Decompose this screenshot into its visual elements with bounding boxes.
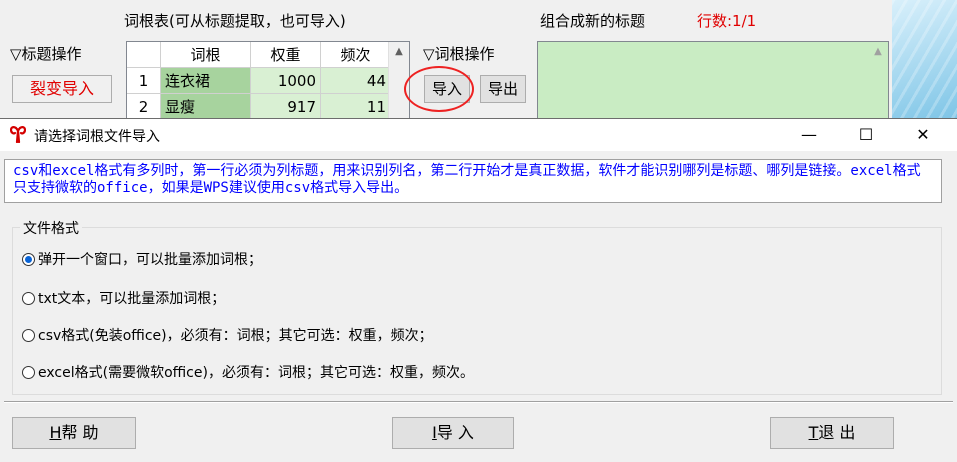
table-header: 词根 权重 频次 bbox=[127, 42, 391, 68]
help-label: 帮 助 bbox=[61, 423, 99, 442]
row-index: 1 bbox=[127, 68, 161, 94]
file-format-label: 文件格式 bbox=[20, 218, 82, 238]
row-index: 2 bbox=[127, 94, 161, 120]
header-weight[interactable]: 权重 bbox=[251, 42, 321, 68]
table-row[interactable]: 1 连衣裙 1000 44 bbox=[127, 68, 391, 94]
header-frequency[interactable]: 频次 bbox=[321, 42, 391, 68]
maximize-icon[interactable]: ☐ bbox=[843, 119, 889, 151]
new-titles-label: 组合成新的标题 bbox=[540, 12, 646, 30]
radio-unchecked-icon[interactable] bbox=[22, 366, 35, 379]
option-txt[interactable]: txt文本，可以批量添加词根； bbox=[22, 288, 225, 308]
help-button[interactable]: H帮 助 bbox=[12, 417, 136, 449]
cell-frequency[interactable]: 11 bbox=[321, 94, 391, 120]
cell-word[interactable]: 连衣裙 bbox=[161, 68, 251, 94]
option-label: 弹开一个窗口，可以批量添加词根； bbox=[38, 252, 262, 268]
option-popup-window[interactable]: 弹开一个窗口，可以批量添加词根； bbox=[22, 249, 262, 269]
dialog-import-button[interactable]: I导 入 bbox=[392, 417, 514, 449]
cell-weight[interactable]: 917 bbox=[251, 94, 321, 120]
help-accesskey: H bbox=[49, 423, 62, 442]
radio-unchecked-icon[interactable] bbox=[22, 329, 35, 342]
exit-accesskey: T bbox=[808, 423, 819, 442]
header-index bbox=[127, 42, 161, 68]
highlight-circle bbox=[404, 66, 474, 112]
new-titles-textarea[interactable]: ▲ bbox=[537, 41, 889, 121]
radio-checked-icon[interactable] bbox=[22, 253, 35, 266]
split-import-button[interactable]: 裂变导入 bbox=[12, 75, 112, 103]
divider bbox=[4, 401, 953, 403]
import-dialog: 请选择词根文件导入 — ☐ ✕ csv和excel格式有多列时，第一行必须为列标… bbox=[0, 118, 957, 462]
option-excel[interactable]: excel格式(需要微软office)，必须有：词根；其它可选：权重，频次。 bbox=[22, 362, 474, 382]
exit-button[interactable]: T退 出 bbox=[770, 417, 894, 449]
title-ops-label: ▽标题操作 bbox=[10, 45, 82, 63]
dialog-title: 请选择词根文件导入 bbox=[34, 129, 160, 145]
app-logo-icon bbox=[10, 126, 26, 143]
close-icon[interactable]: ✕ bbox=[900, 119, 946, 151]
row-count: 行数:1/1 bbox=[697, 12, 757, 30]
cell-frequency[interactable]: 44 bbox=[321, 68, 391, 94]
cell-word[interactable]: 显瘦 bbox=[161, 94, 251, 120]
table-row[interactable]: 2 显瘦 917 11 bbox=[127, 94, 391, 120]
option-label: csv格式(免装office)，必须有：词根；其它可选：权重，频次； bbox=[38, 328, 433, 344]
option-csv[interactable]: csv格式(免装office)，必须有：词根；其它可选：权重，频次； bbox=[22, 325, 433, 345]
cell-weight[interactable]: 1000 bbox=[251, 68, 321, 94]
notice-text: csv和excel格式有多列时，第一行必须为列标题，用来识别列名，第二行开始才是… bbox=[4, 159, 942, 203]
word-ops-label: ▽词根操作 bbox=[423, 45, 495, 63]
option-label: txt文本，可以批量添加词根； bbox=[38, 291, 226, 307]
import-label: 导 入 bbox=[436, 423, 474, 442]
scroll-up-icon[interactable]: ▲ bbox=[389, 46, 409, 57]
word-table-title: 词根表(可从标题提取，也可导入) bbox=[124, 12, 346, 30]
scroll-up-icon[interactable]: ▲ bbox=[868, 46, 888, 57]
minimize-icon[interactable]: — bbox=[786, 119, 832, 151]
radio-unchecked-icon[interactable] bbox=[22, 292, 35, 305]
exit-label: 退 出 bbox=[818, 423, 856, 442]
option-label: excel格式(需要微软office)，必须有：词根；其它可选：权重，频次。 bbox=[38, 365, 474, 381]
word-table[interactable]: 词根 权重 频次 1 连衣裙 1000 44 2 显瘦 917 11 ▲ bbox=[126, 41, 410, 121]
export-button[interactable]: 导出 bbox=[480, 75, 526, 103]
header-word[interactable]: 词根 bbox=[161, 42, 251, 68]
dialog-titlebar[interactable]: 请选择词根文件导入 — ☐ ✕ bbox=[0, 119, 957, 151]
